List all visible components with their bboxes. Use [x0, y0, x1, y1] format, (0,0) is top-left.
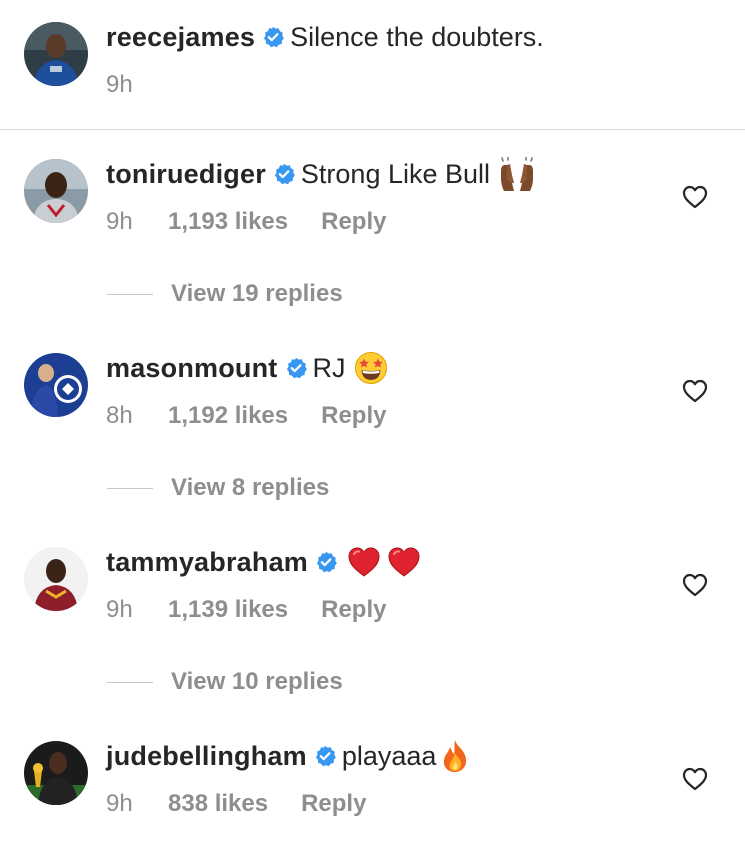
view-replies-button[interactable]: View 19 replies — [107, 280, 343, 308]
comment-text: RJ — [312, 353, 346, 383]
view-replies-label[interactable]: View 10 replies — [171, 668, 343, 696]
comment-likes[interactable]: 1,193 likes — [168, 207, 288, 237]
avatar-tammyabraham[interactable] — [24, 547, 88, 611]
comment-username[interactable]: toniruediger — [106, 157, 266, 191]
comment-time: 9h — [106, 596, 133, 623]
reply-button[interactable]: Reply — [321, 595, 386, 625]
verified-badge-icon — [314, 745, 336, 767]
comment-text: playaaa — [341, 741, 437, 771]
comment-username[interactable]: judebellingham — [106, 739, 307, 773]
verified-badge-icon — [273, 163, 295, 185]
replies-divider — [107, 487, 153, 489]
reply-button[interactable]: Reply — [321, 207, 386, 237]
like-heart-icon[interactable] — [682, 379, 708, 403]
comment-text: Strong Like Bull — [300, 159, 491, 189]
star-struck-icon — [354, 351, 388, 385]
raising-hands-icon — [498, 157, 536, 191]
view-replies-button[interactable]: View 8 replies — [107, 474, 329, 502]
verified-badge-icon — [285, 357, 307, 379]
comment-likes[interactable]: 1,139 likes — [168, 595, 288, 625]
like-heart-icon[interactable] — [682, 185, 708, 209]
red-heart-icon — [387, 546, 421, 578]
comment-likes[interactable]: 838 likes — [168, 789, 268, 819]
verified-badge-icon — [262, 26, 285, 48]
red-heart-icon — [347, 546, 381, 578]
comment-time: 9h — [106, 208, 133, 235]
avatar-toniruediger[interactable] — [24, 159, 88, 223]
like-heart-icon[interactable] — [682, 573, 708, 597]
comment-time: 9h — [106, 790, 133, 817]
reply-button[interactable]: Reply — [321, 401, 386, 431]
caption-text: Silence the doubters. — [290, 22, 544, 52]
view-replies-label[interactable]: View 8 replies — [171, 474, 329, 502]
comment-time: 8h — [106, 402, 133, 429]
fire-icon — [440, 739, 470, 773]
comment-username[interactable]: tammyabraham — [106, 545, 308, 579]
caption-username[interactable]: reecejames — [106, 20, 255, 54]
caption-time: 9h — [106, 71, 133, 98]
comment-username[interactable]: masonmount — [106, 351, 278, 385]
replies-divider — [107, 293, 153, 295]
view-replies-button[interactable]: View 10 replies — [107, 668, 343, 696]
view-replies-label[interactable]: View 19 replies — [171, 280, 343, 308]
verified-badge-icon — [315, 551, 337, 573]
avatar-reecejames[interactable] — [24, 22, 88, 86]
avatar-masonmount[interactable] — [24, 353, 88, 417]
comment-likes[interactable]: 1,192 likes — [168, 401, 288, 431]
reply-button[interactable]: Reply — [301, 789, 366, 819]
replies-divider — [107, 681, 153, 683]
like-heart-icon[interactable] — [682, 767, 708, 791]
post-caption: reecejames Silence the doubters. 9h — [0, 0, 745, 130]
avatar-judebellingham[interactable] — [24, 741, 88, 805]
